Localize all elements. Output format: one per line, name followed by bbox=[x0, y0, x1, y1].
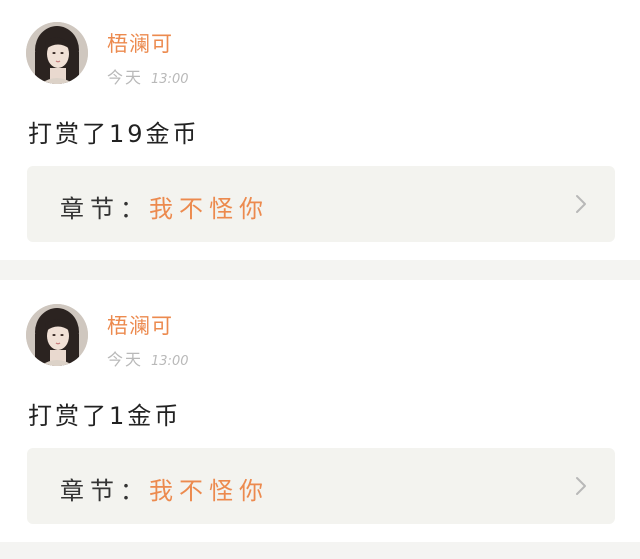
chapter-link[interactable]: 章节： 我不怪你 bbox=[27, 166, 615, 242]
reward-feed: 梧澜可 今天 13:00 打赏了19金币 章节： 我不怪你 梧澜可 今天 13:… bbox=[0, 0, 640, 559]
user-avatar[interactable] bbox=[26, 22, 88, 84]
reward-card: 梧澜可 今天 13:00 打赏了19金币 章节： 我不怪你 bbox=[0, 0, 640, 260]
chapter-title: 我不怪你 bbox=[149, 195, 269, 223]
user-avatar[interactable] bbox=[26, 304, 88, 366]
timestamp-time: 13:00 bbox=[151, 354, 189, 369]
reward-message: 打赏了19金币 bbox=[28, 120, 200, 148]
timestamp-day: 今天 bbox=[107, 350, 144, 369]
timestamp: 今天 13:00 bbox=[107, 346, 188, 370]
timestamp-time: 13:00 bbox=[151, 72, 189, 87]
chevron-right-icon bbox=[576, 477, 586, 495]
chapter-title: 我不怪你 bbox=[149, 477, 269, 505]
chapter-link[interactable]: 章节： 我不怪你 bbox=[27, 448, 615, 524]
timestamp: 今天 13:00 bbox=[107, 64, 188, 88]
username[interactable]: 梧澜可 bbox=[107, 310, 173, 340]
chapter-label: 章节： bbox=[60, 477, 150, 505]
username[interactable]: 梧澜可 bbox=[107, 28, 173, 58]
chevron-right-icon bbox=[576, 195, 586, 213]
reward-card: 梧澜可 今天 13:00 打赏了1金币 章节： 我不怪你 bbox=[0, 280, 640, 542]
reward-message: 打赏了1金币 bbox=[28, 402, 182, 430]
chapter-label: 章节： bbox=[60, 195, 150, 223]
timestamp-day: 今天 bbox=[107, 68, 144, 87]
